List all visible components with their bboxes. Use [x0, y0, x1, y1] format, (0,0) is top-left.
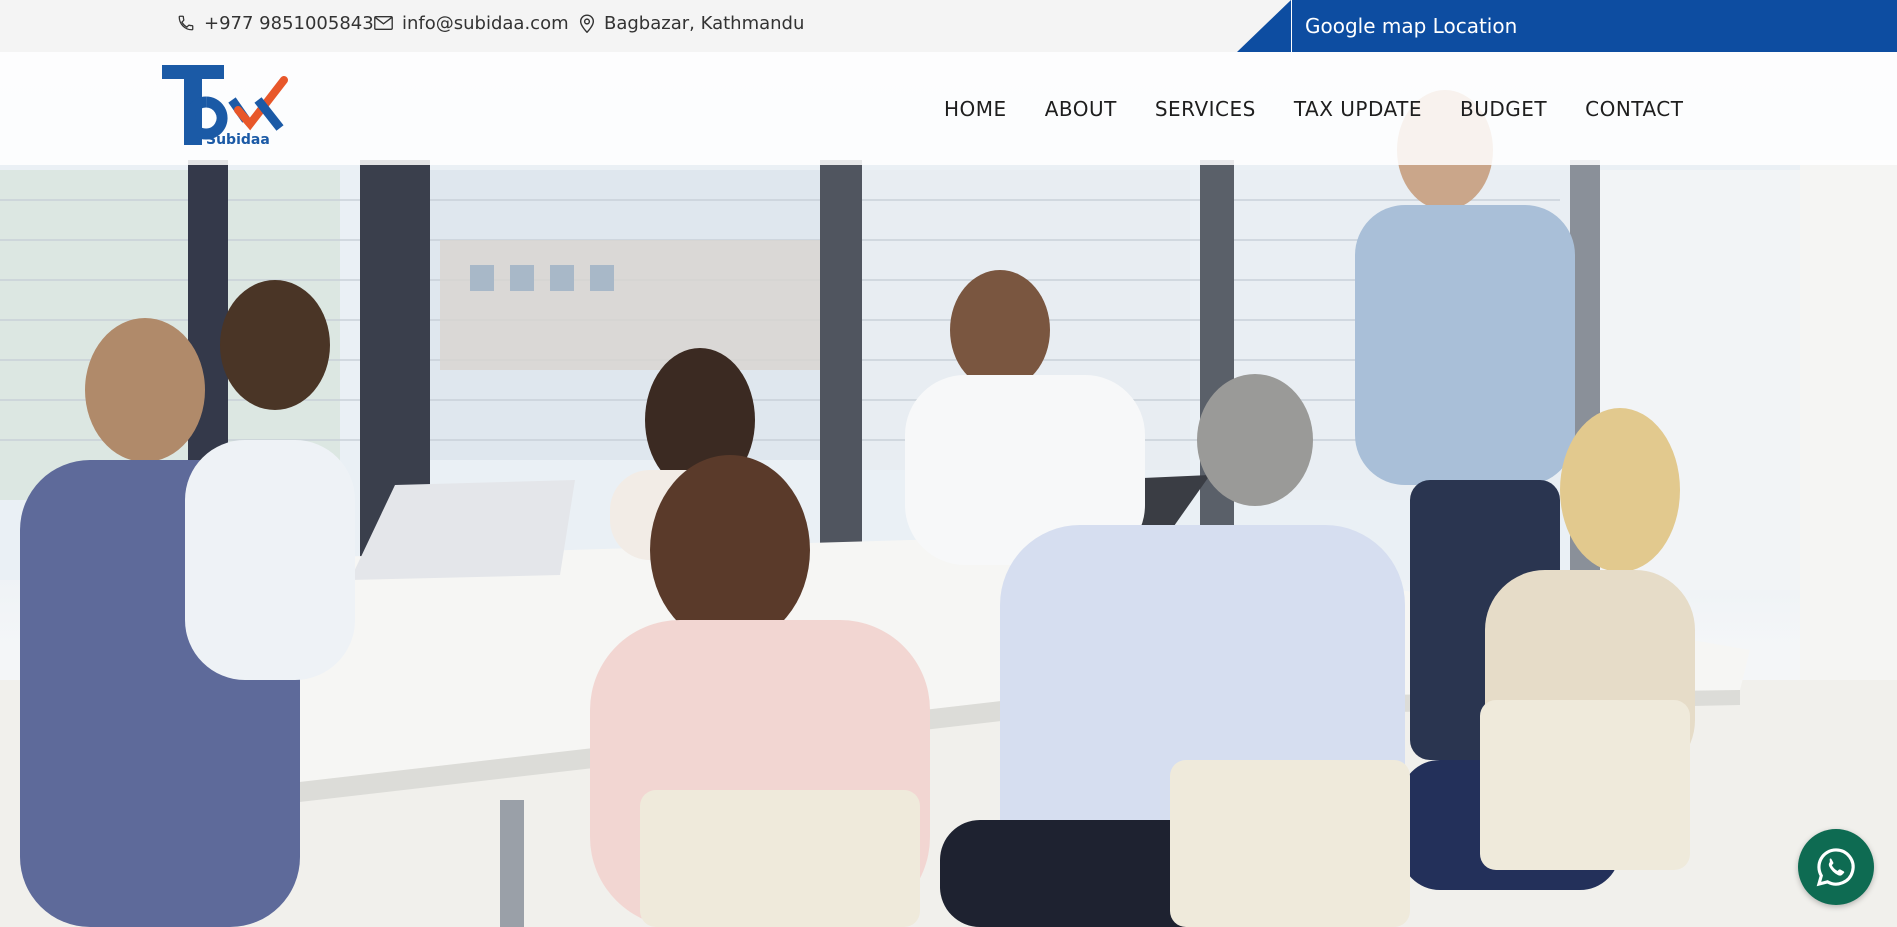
site-header: Subidaa HOME ABOUT SERVICES TAX UPDATE B… — [0, 52, 1897, 165]
email-contact[interactable]: info@subidaa.com — [374, 0, 569, 46]
nav-budget[interactable]: BUDGET — [1460, 97, 1547, 121]
google-map-link[interactable]: Google map Location — [1237, 0, 1897, 52]
location-pin-icon — [579, 13, 595, 33]
nav-home[interactable]: HOME — [944, 97, 1007, 121]
nav-tax-update[interactable]: TAX UPDATE — [1294, 97, 1422, 121]
address-contact: Bagbazar, Kathmandu — [579, 0, 804, 46]
logo-graphic: Subidaa — [162, 65, 288, 148]
address-text: Bagbazar, Kathmandu — [604, 12, 805, 34]
nav-contact[interactable]: CONTACT — [1585, 97, 1683, 121]
logo-subtext: Subidaa — [206, 132, 270, 148]
mail-icon — [374, 15, 393, 31]
phone-contact[interactable]: +977 9851005843 — [177, 0, 374, 46]
main-navigation: HOME ABOUT SERVICES TAX UPDATE BUDGET CO… — [944, 52, 1683, 165]
whatsapp-chat-button[interactable] — [1798, 829, 1874, 905]
map-tab-slant — [1237, 0, 1291, 52]
phone-icon — [178, 15, 194, 31]
phone-number: +977 9851005843 — [204, 12, 374, 34]
tax-subidaa-logo[interactable]: Subidaa — [160, 62, 290, 150]
email-address: info@subidaa.com — [402, 12, 569, 34]
nav-services[interactable]: SERVICES — [1155, 97, 1256, 121]
whatsapp-icon — [1816, 848, 1855, 887]
google-map-label: Google map Location — [1305, 14, 1518, 38]
google-map-location-button[interactable]: Google map Location — [1292, 0, 1897, 52]
nav-about[interactable]: ABOUT — [1045, 97, 1117, 121]
